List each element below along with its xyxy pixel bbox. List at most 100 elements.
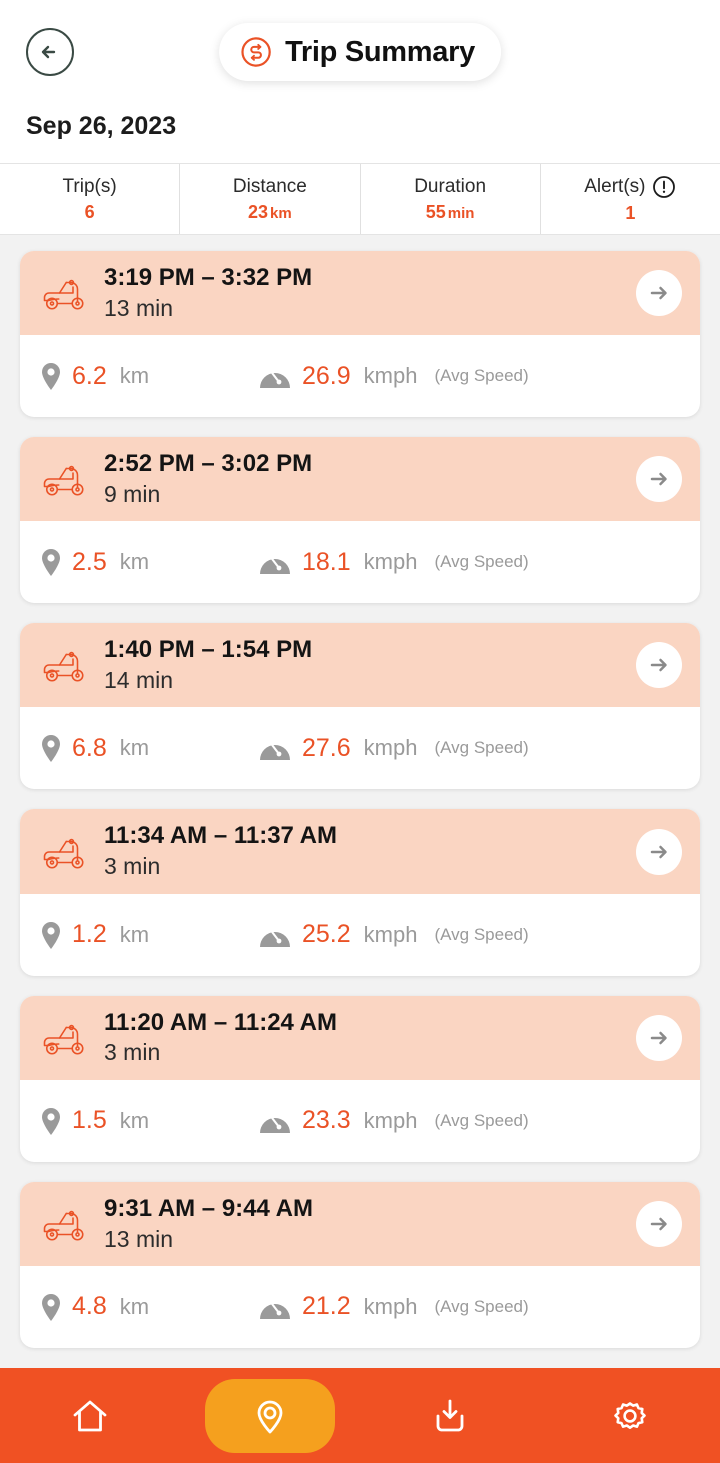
- back-button[interactable]: [26, 28, 74, 76]
- trip-detail-button[interactable]: [636, 270, 682, 317]
- page-title: Trip Summary: [285, 35, 475, 68]
- arrow-right-icon: [650, 472, 667, 486]
- sync-s-logo-icon: [241, 37, 271, 67]
- trip-speed-metric: 23.3 kmph (Avg Speed): [258, 1106, 529, 1136]
- trip-speed-value: 18.1: [302, 547, 351, 576]
- trip-distance-metric: 6.2 km: [40, 361, 258, 391]
- trip-duration: 3 min: [104, 1039, 161, 1066]
- stat-alerts: Alert(s) 1: [541, 164, 720, 234]
- trip-time-block: 3:19 PM – 3:32 PM 13 min: [104, 263, 620, 323]
- trip-card-body: 6.8 km 27.6 kmph (Avg Speed): [20, 707, 700, 789]
- speedometer-icon: [260, 736, 290, 761]
- date-label: Sep 26, 2023: [26, 112, 177, 140]
- scooter-icon: [43, 1024, 84, 1055]
- trip-card[interactable]: 2:52 PM – 3:02 PM 9 min 2.5 km 18.1 kmph (Avg …: [20, 437, 700, 604]
- trip-speed-note: (Avg Speed): [434, 1296, 529, 1316]
- trip-card-header[interactable]: 1:40 PM – 1:54 PM 14 min: [20, 623, 700, 708]
- trip-duration: 3 min: [104, 853, 161, 880]
- trip-distance-metric: 4.8 km: [40, 1292, 258, 1322]
- map-pin-icon: [42, 549, 60, 577]
- scooter-icon: [43, 1210, 84, 1241]
- trip-speed-metric: 21.2 kmph (Avg Speed): [258, 1292, 529, 1322]
- trip-detail-button[interactable]: [636, 828, 682, 875]
- trip-distance-metric: 6.8 km: [40, 733, 258, 763]
- stat-label-text: Alert(s): [584, 175, 646, 197]
- trip-distance-metric: 2.5 km: [40, 547, 258, 577]
- stat-label-text: Distance: [232, 175, 307, 197]
- trip-speed-value: 27.6: [302, 733, 351, 762]
- trip-card[interactable]: 11:20 AM – 11:24 AM 3 min 1.5 km 23.3 kmph (Av…: [20, 995, 700, 1162]
- location-pin-icon: [257, 1400, 283, 1433]
- trip-speed-note: (Avg Speed): [434, 738, 529, 758]
- trip-detail-button[interactable]: [636, 1014, 682, 1061]
- map-pin-icon: [42, 921, 60, 949]
- scooter-icon: [43, 465, 84, 496]
- trip-speed-unit: kmph: [363, 735, 418, 761]
- header-area: Trip Summary Sep 26, 2023 Trip(s) 6 Dist…: [0, 0, 720, 235]
- trip-time-range: 3:19 PM – 3:32 PM: [104, 264, 313, 291]
- trip-speed-metric: 26.9 kmph (Avg Speed): [258, 361, 529, 391]
- stat-value: 6: [84, 201, 95, 222]
- nav-item-settings[interactable]: [565, 1379, 695, 1453]
- exclamation-circle-icon[interactable]: [652, 175, 676, 199]
- trip-distance-value: 2.5: [72, 547, 107, 576]
- page-title-pill: Trip Summary: [219, 23, 501, 81]
- scooter-icon: [43, 838, 84, 869]
- trip-distance-metric: 1.5 km: [40, 1106, 258, 1136]
- trip-card-body: 1.2 km 25.2 kmph (Avg Speed): [20, 894, 700, 976]
- trip-card[interactable]: 1:40 PM – 1:54 PM 14 min 6.8 km 27.6 kmph (Avg…: [20, 623, 700, 790]
- stat-unit: min: [447, 204, 475, 222]
- nav-item-downloads[interactable]: [385, 1379, 515, 1453]
- arrow-right-icon: [650, 1217, 667, 1231]
- nav-item-home[interactable]: [25, 1379, 155, 1453]
- trip-speed-metric: 25.2 kmph (Avg Speed): [258, 920, 529, 950]
- stat-label-text: Trip(s): [62, 175, 117, 197]
- trip-card[interactable]: 3:19 PM – 3:32 PM 13 min 6.2 km 26.9 kmph (Avg…: [20, 251, 700, 418]
- home-icon: [73, 1400, 107, 1431]
- trip-speed-unit: kmph: [363, 1293, 418, 1319]
- trip-time-range: 1:40 PM – 1:54 PM: [104, 636, 313, 664]
- stat-label-text: Duration: [414, 175, 487, 197]
- stat-duration: Duration 55 min: [361, 164, 541, 234]
- nav-item-trips[interactable]: [205, 1378, 335, 1453]
- trip-distance-value: 1.2: [72, 920, 107, 949]
- trip-speed-value: 25.2: [302, 920, 351, 949]
- trip-speed-note: (Avg Speed): [434, 1110, 529, 1130]
- trip-list: 3:19 PM – 3:32 PM 13 min 6.2 km 26.9 kmph (Avg…: [0, 235, 720, 1463]
- trip-card[interactable]: 9:31 AM – 9:44 AM 13 min 4.8 km 21.2 kmph (Avg…: [20, 1181, 700, 1348]
- speedometer-icon: [260, 1294, 290, 1319]
- trip-distance-unit: km: [119, 363, 150, 389]
- trip-card-body: 6.2 km 26.9 kmph (Avg Speed): [20, 335, 700, 417]
- trip-card-header[interactable]: 9:31 AM – 9:44 AM 13 min: [20, 1181, 700, 1266]
- trip-detail-button[interactable]: [636, 456, 682, 503]
- trip-card-body: 2.5 km 18.1 kmph (Avg Speed): [20, 521, 700, 603]
- map-pin-icon: [42, 1293, 60, 1321]
- trip-speed-value: 26.9: [302, 361, 351, 390]
- trip-speed-unit: kmph: [363, 549, 418, 575]
- trip-speed-metric: 27.6 kmph (Avg Speed): [258, 733, 529, 763]
- map-pin-icon: [42, 1107, 60, 1135]
- stat-distance: Distance 23 km: [180, 164, 361, 234]
- arrow-left-icon: [41, 45, 56, 59]
- map-pin-icon: [42, 735, 60, 763]
- trip-detail-button[interactable]: [636, 642, 682, 689]
- stat-unit: km: [270, 204, 292, 222]
- trip-detail-button[interactable]: [636, 1200, 682, 1247]
- trip-card-header[interactable]: 11:20 AM – 11:24 AM 3 min: [20, 995, 700, 1080]
- trip-speed-value: 23.3: [302, 1106, 351, 1135]
- scooter-icon: [43, 652, 84, 682]
- trip-distance-value: 6.8: [72, 733, 107, 762]
- trip-card-header[interactable]: 11:34 AM – 11:37 AM 3 min: [20, 809, 700, 894]
- stat-value: 55 min: [425, 201, 475, 222]
- speedometer-icon: [260, 922, 290, 947]
- arrow-right-icon: [650, 659, 667, 672]
- trip-card[interactable]: 11:34 AM – 11:37 AM 3 min 1.2 km 25.2 kmph (Av…: [20, 809, 700, 976]
- download-inbox-icon: [436, 1399, 464, 1431]
- trip-card-body: 4.8 km 21.2 kmph (Avg Speed): [20, 1266, 700, 1348]
- arrow-right-icon: [650, 286, 667, 300]
- trip-time-range: 11:34 AM – 11:37 AM: [104, 822, 338, 850]
- trip-card-header[interactable]: 2:52 PM – 3:02 PM 9 min: [20, 437, 700, 522]
- trip-speed-note: (Avg Speed): [434, 366, 529, 386]
- trip-summary-screen: Trip Summary Sep 26, 2023 Trip(s) 6 Dist…: [0, 0, 720, 1463]
- trip-card-header[interactable]: 3:19 PM – 3:32 PM 13 min: [20, 251, 700, 336]
